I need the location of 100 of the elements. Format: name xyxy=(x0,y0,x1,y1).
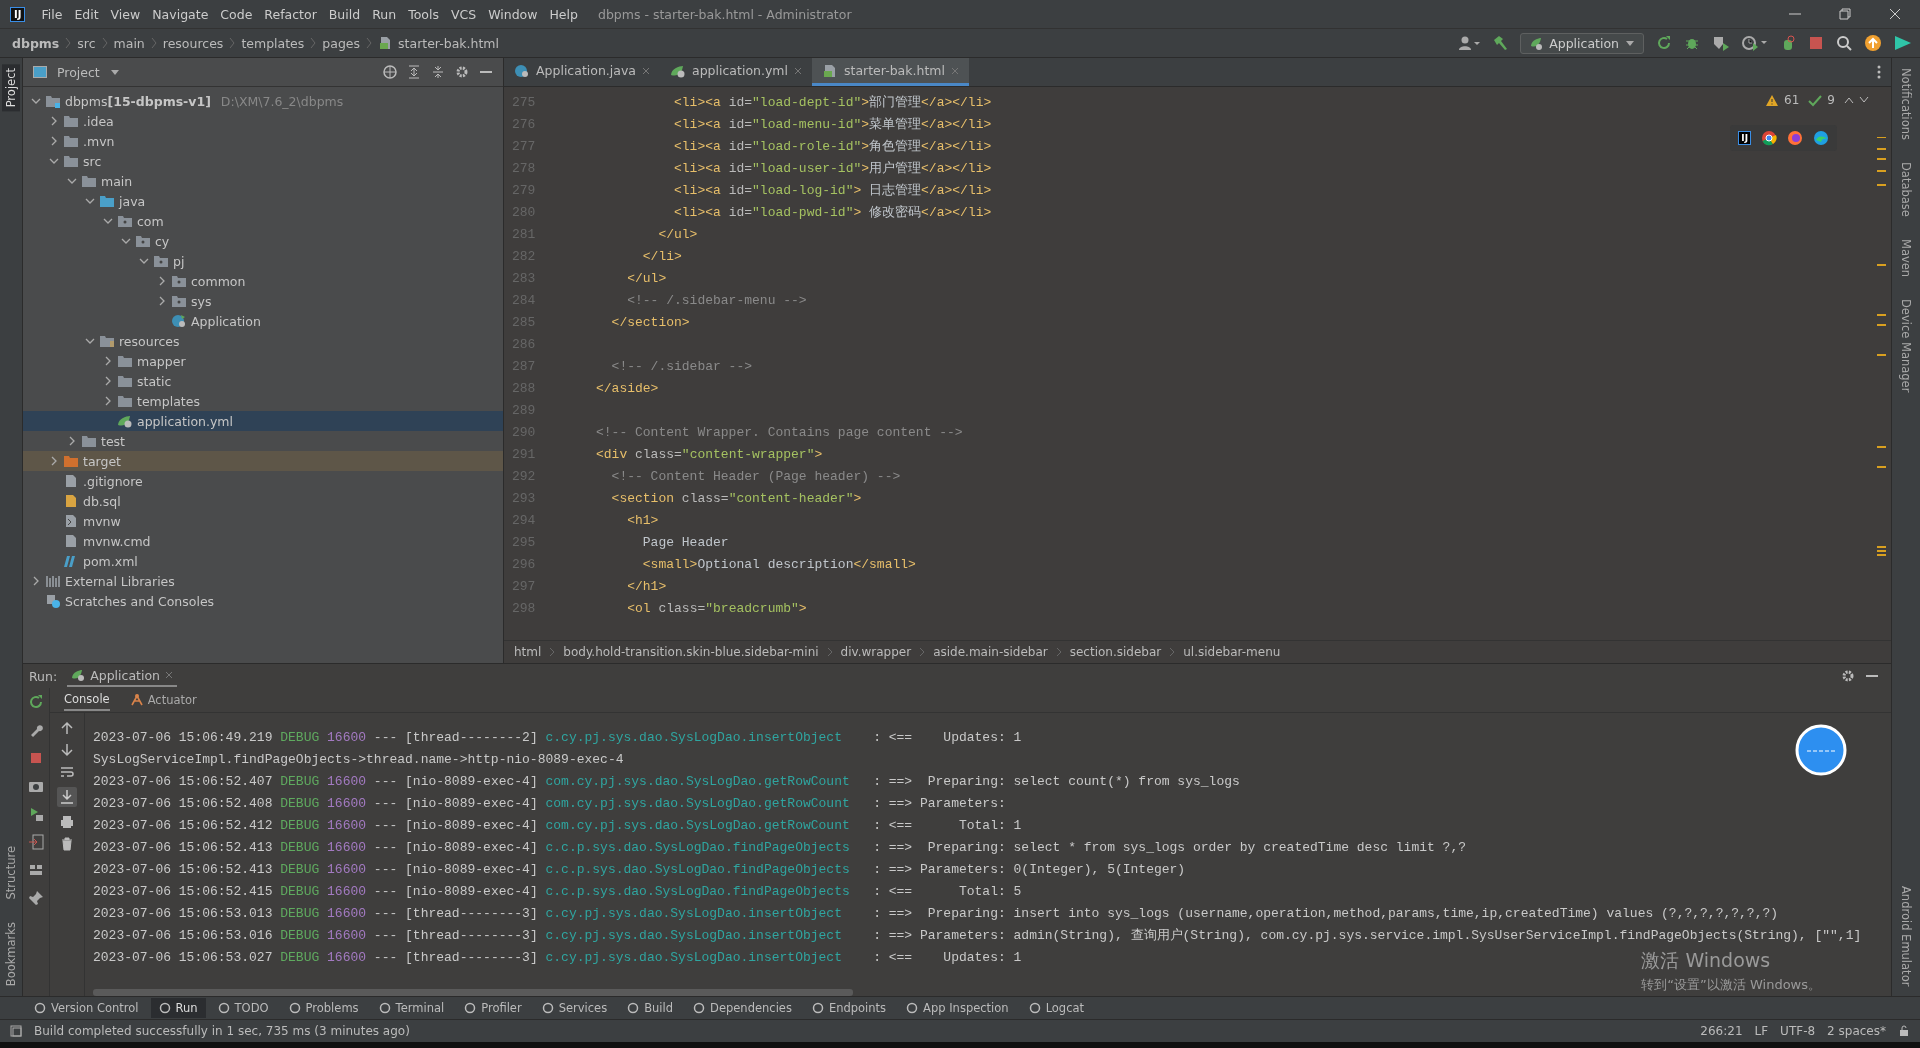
menu-item[interactable]: Build xyxy=(322,6,367,22)
dropdown-caret-icon[interactable] xyxy=(109,68,120,76)
status-item[interactable]: UTF-8 xyxy=(1780,1024,1816,1038)
layout-toggle-icon[interactable] xyxy=(10,1025,22,1037)
status-item[interactable]: 2 spaces* xyxy=(1827,1024,1886,1038)
tool-window-button[interactable]: Terminal xyxy=(370,998,453,1018)
tree-item[interactable]: com xyxy=(23,211,503,231)
tree-item[interactable]: mvnw xyxy=(23,511,503,531)
tool-window-tab[interactable]: Database xyxy=(1897,158,1915,221)
structure-breadcrumb[interactable]: ul.sidebar-menu xyxy=(1183,645,1281,659)
breadcrumb-item[interactable]: templates xyxy=(241,35,305,51)
status-item[interactable]: LF xyxy=(1754,1024,1769,1038)
floating-widget-icon[interactable] xyxy=(1795,724,1847,776)
tree-item[interactable]: templates xyxy=(23,391,503,411)
status-item[interactable]: 266:21 xyxy=(1700,1024,1743,1038)
soft-wrap-icon[interactable] xyxy=(60,765,74,779)
ide-browser-icon[interactable]: IJ xyxy=(1738,131,1751,145)
menu-item[interactable]: Tools xyxy=(402,6,445,22)
tool-window-tab[interactable]: Android Emulator xyxy=(1897,881,1915,990)
console-tab[interactable]: Actuator xyxy=(129,690,197,710)
editor-tab[interactable]: starter-bak.html xyxy=(812,58,969,86)
warning-count[interactable]: 61 xyxy=(1784,93,1800,107)
settings-icon[interactable] xyxy=(455,65,469,79)
crosshair-icon[interactable] xyxy=(383,65,397,79)
warning-icon[interactable] xyxy=(1765,93,1780,107)
tool-window-tab[interactable]: Bookmarks xyxy=(2,917,20,990)
up-arrow-icon[interactable] xyxy=(60,721,74,735)
menu-item[interactable]: View xyxy=(104,6,147,22)
tool-window-tab[interactable]: Maven xyxy=(1897,234,1915,281)
editor-tab[interactable]: Application.java xyxy=(504,58,660,86)
trash-icon[interactable] xyxy=(60,837,74,851)
menu-item[interactable]: Edit xyxy=(68,6,105,22)
structure-breadcrumb[interactable]: aside.main-sidebar xyxy=(933,645,1048,659)
stop-icon[interactable] xyxy=(1808,35,1824,51)
tool-window-button[interactable]: Services xyxy=(533,998,616,1018)
tool-window-button[interactable]: Problems xyxy=(280,998,367,1018)
browser-icon[interactable] xyxy=(1761,130,1777,146)
menu-item[interactable]: Code xyxy=(214,6,259,22)
tree-item[interactable]: pom.xml xyxy=(23,551,503,571)
breadcrumb-item[interactable]: resources xyxy=(162,35,224,51)
close-icon[interactable] xyxy=(1888,7,1902,21)
grid-icon[interactable] xyxy=(28,862,44,878)
run-tab[interactable]: Application xyxy=(67,665,178,687)
tool-window-tab[interactable]: Project xyxy=(2,64,20,112)
tree-item[interactable]: cy xyxy=(23,231,503,251)
search-icon[interactable] xyxy=(1836,35,1852,51)
menu-item[interactable]: VCS xyxy=(444,6,483,22)
menu-item[interactable]: Refactor xyxy=(258,6,323,22)
plugin-logo-icon[interactable] xyxy=(1894,34,1912,52)
rerun-icon[interactable] xyxy=(28,694,44,710)
tree-item[interactable]: target xyxy=(23,451,503,471)
menu-item[interactable]: Navigate xyxy=(146,6,215,22)
rerun-icon[interactable] xyxy=(1656,35,1672,51)
hammer-icon[interactable] xyxy=(1492,35,1509,51)
tool-window-button[interactable]: Build xyxy=(619,998,682,1018)
tool-window-button[interactable]: Profiler xyxy=(456,998,530,1018)
run-configuration-dropdown[interactable]: Application xyxy=(1520,32,1644,54)
tree-item[interactable]: common xyxy=(23,271,503,291)
menu-item[interactable]: Window xyxy=(482,6,544,22)
lock-icon[interactable] xyxy=(1898,1025,1910,1037)
menu-item[interactable]: Help xyxy=(543,6,584,22)
tool-window-tab[interactable]: Notifications xyxy=(1897,64,1915,144)
tool-window-button[interactable]: TODO xyxy=(209,998,277,1018)
tree-item[interactable]: static xyxy=(23,371,503,391)
tree-item[interactable]: .gitignore xyxy=(23,471,503,491)
console-tab[interactable]: Console xyxy=(64,689,110,711)
down-arrow-icon[interactable] xyxy=(60,743,74,757)
breadcrumb-item[interactable]: starter-bak.html xyxy=(398,35,499,51)
tree-item[interactable]: test xyxy=(23,431,503,451)
pin-icon[interactable] xyxy=(28,890,44,906)
breadcrumb-item[interactable]: src xyxy=(77,35,96,51)
restore-icon[interactable] xyxy=(1838,7,1852,21)
tree-item[interactable]: java xyxy=(23,191,503,211)
tree-item[interactable]: dbpms[15-dbpms-v1] D:\XM\7.6_2\dbpms xyxy=(23,91,503,111)
user-icon[interactable] xyxy=(1458,35,1481,51)
stop-icon[interactable] xyxy=(28,750,44,766)
browser-icon[interactable] xyxy=(1813,130,1829,146)
panel-title[interactable]: Project xyxy=(57,64,100,80)
coverage-icon[interactable] xyxy=(1712,35,1730,51)
breadcrumb-item[interactable]: pages xyxy=(322,35,361,51)
menu-item[interactable]: File xyxy=(35,6,69,22)
horizontal-scrollbar[interactable] xyxy=(93,989,853,996)
menu-item[interactable]: Run xyxy=(366,6,403,22)
check-count[interactable]: 9 xyxy=(1827,93,1835,107)
tool-window-button[interactable]: Run xyxy=(150,998,206,1018)
tree-item[interactable]: Application xyxy=(23,311,503,331)
tool-window-tab[interactable]: Structure xyxy=(2,842,20,904)
breadcrumb-item[interactable]: main xyxy=(113,35,145,51)
tree-item[interactable]: mapper xyxy=(23,351,503,371)
profiler-icon[interactable] xyxy=(1742,35,1768,51)
check-icon[interactable] xyxy=(1808,93,1823,107)
tree-item[interactable]: mvnw.cmd xyxy=(23,531,503,551)
expand-all-icon[interactable] xyxy=(407,65,421,79)
structure-breadcrumb[interactable]: section.sidebar xyxy=(1069,645,1162,659)
tool-window-button[interactable]: Logcat xyxy=(1020,998,1093,1018)
tree-item[interactable]: src xyxy=(23,151,503,171)
tool-window-tab[interactable]: Device Manager xyxy=(1897,295,1915,397)
breadcrumb-item[interactable]: dbpms xyxy=(12,35,60,51)
tree-item[interactable]: application.yml xyxy=(23,411,503,431)
tree-item[interactable]: External Libraries xyxy=(23,571,503,591)
